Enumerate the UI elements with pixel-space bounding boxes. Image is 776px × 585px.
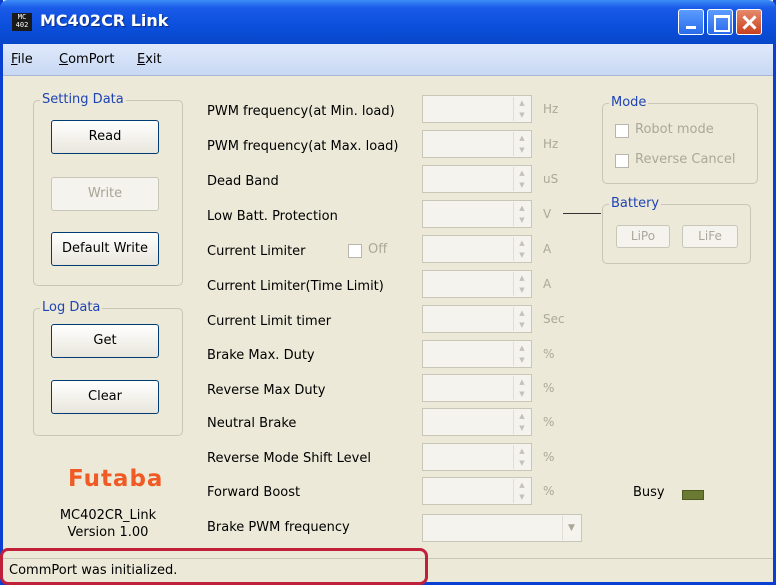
current-limiter-off-checkbox[interactable] [348,244,362,258]
unit-label: uS [543,172,559,186]
field-label-current-limiter-time: Current Limiter(Time Limit) [207,279,384,294]
spin-up-icon[interactable]: ▲ [514,342,530,354]
battery-connector-line [563,213,601,214]
maximize-button[interactable] [707,9,733,35]
field-label-low-batt: Low Batt. Protection [207,209,338,224]
status-highlight-box [0,548,428,585]
brake-max-spinbox[interactable]: ▲ ▼ [422,340,532,368]
unit-label: A [543,277,552,291]
pwm-max-spinbox[interactable]: ▲ ▼ [422,130,532,158]
spin-down-icon[interactable]: ▼ [514,388,530,400]
mode-group: Mode [602,95,758,184]
field-label-pwm-max: PWM frequency(at Max. load) [207,139,399,154]
spin-down-icon[interactable]: ▼ [514,491,530,503]
pwm-min-spinbox[interactable]: ▲ ▼ [422,95,532,123]
menu-comport[interactable]: ComPort [59,52,114,67]
field-label-brake-pwm: Brake PWM frequency [207,520,350,535]
unit-label: % [543,381,555,395]
spin-down-icon[interactable]: ▼ [514,109,530,121]
neutral-brake-spinbox[interactable]: ▲ ▼ [422,408,532,436]
low-batt-spinbox[interactable]: ▲ ▼ [422,200,532,228]
busy-label: Busy [633,485,665,500]
menu-exit[interactable]: Exit [137,52,162,67]
robot-mode-checkbox[interactable] [615,124,629,138]
forward-boost-spinbox[interactable]: ▲ ▼ [422,477,532,505]
read-button[interactable]: Read [51,120,159,154]
spin-up-icon[interactable]: ▲ [514,202,530,214]
spin-down-icon[interactable]: ▼ [514,249,530,261]
spin-up-icon[interactable]: ▲ [514,272,530,284]
spin-down-icon[interactable]: ▼ [514,319,530,331]
current-limiter-spinbox[interactable]: ▲ ▼ [422,235,532,263]
dead-band-spinbox[interactable]: ▲ ▼ [422,165,532,193]
app-window: MC 402 MC402CR Link File ComPort Exit Se… [0,0,776,585]
spin-up-icon[interactable]: ▲ [514,376,530,388]
unit-label: V [543,207,552,221]
lipo-button[interactable]: LiPo [616,225,670,248]
chevron-down-icon[interactable]: ▼ [562,516,580,540]
battery-label: Battery [609,196,662,211]
app-icon: MC 402 [12,13,32,31]
spin-up-icon[interactable]: ▲ [514,307,530,319]
reverse-cancel-checkbox[interactable] [615,154,629,168]
close-button[interactable] [736,9,762,35]
spin-up-icon[interactable]: ▲ [514,132,530,144]
current-limit-timer-spinbox[interactable]: ▲ ▼ [422,305,532,333]
mode-label: Mode [609,95,649,110]
write-button[interactable]: Write [51,177,159,211]
field-label-reverse-shift: Reverse Mode Shift Level [207,451,371,466]
default-write-button[interactable]: Default Write [51,232,159,266]
menu-file[interactable]: File [11,52,33,67]
unit-label: % [543,415,555,429]
field-label-brake-max: Brake Max. Duty [207,348,315,363]
busy-indicator [682,490,704,500]
current-limiter-off-label: Off [368,242,388,257]
field-label-dead-band: Dead Band [207,174,279,189]
unit-label: % [543,484,555,498]
spin-up-icon[interactable]: ▲ [514,237,530,249]
field-label-current-limiter: Current Limiter [207,244,306,259]
title-bar[interactable]: MC 402 MC402CR Link [0,0,776,44]
field-label-reverse-max: Reverse Max Duty [207,383,326,398]
unit-label: % [543,347,555,361]
field-label-pwm-min: PWM frequency(at Min. load) [207,104,395,119]
spin-down-icon[interactable]: ▼ [514,144,530,156]
reverse-cancel-label: Reverse Cancel [635,152,736,167]
futaba-logo: Futaba [68,466,164,492]
unit-label: % [543,450,555,464]
robot-mode-label: Robot mode [635,122,714,137]
field-label-forward-boost: Forward Boost [207,485,301,500]
brake-pwm-select[interactable]: ▼ [422,514,582,542]
app-version: Version 1.00 [67,525,149,540]
spin-up-icon[interactable]: ▲ [514,97,530,109]
unit-label: Sec [543,312,565,326]
window-title: MC402CR Link [40,11,169,30]
reverse-max-spinbox[interactable]: ▲ ▼ [422,374,532,402]
spin-down-icon[interactable]: ▼ [514,179,530,191]
clear-button[interactable]: Clear [51,380,159,414]
field-label-current-limit-timer: Current Limit timer [207,314,332,329]
unit-label: A [543,242,552,256]
menu-bar: File ComPort Exit [3,44,773,76]
spin-up-icon[interactable]: ▲ [514,167,530,179]
spin-up-icon[interactable]: ▲ [514,410,530,422]
app-name: MC402CR_Link [59,508,157,523]
spin-up-icon[interactable]: ▲ [514,445,530,457]
get-button[interactable]: Get [51,324,159,358]
spin-down-icon[interactable]: ▼ [514,214,530,226]
current-limiter-time-spinbox[interactable]: ▲ ▼ [422,270,532,298]
unit-label: Hz [543,137,559,151]
spin-down-icon[interactable]: ▼ [514,354,530,366]
spin-up-icon[interactable]: ▲ [514,479,530,491]
spin-down-icon[interactable]: ▼ [514,422,530,434]
spin-down-icon[interactable]: ▼ [514,284,530,296]
field-label-neutral-brake: Neutral Brake [207,416,297,431]
life-button[interactable]: LiFe [682,225,738,248]
setting-data-label: Setting Data [40,92,126,107]
minimize-button[interactable] [678,9,704,35]
spin-down-icon[interactable]: ▼ [514,457,530,469]
unit-label: Hz [543,102,559,116]
reverse-shift-spinbox[interactable]: ▲ ▼ [422,443,532,471]
log-data-label: Log Data [40,300,103,315]
